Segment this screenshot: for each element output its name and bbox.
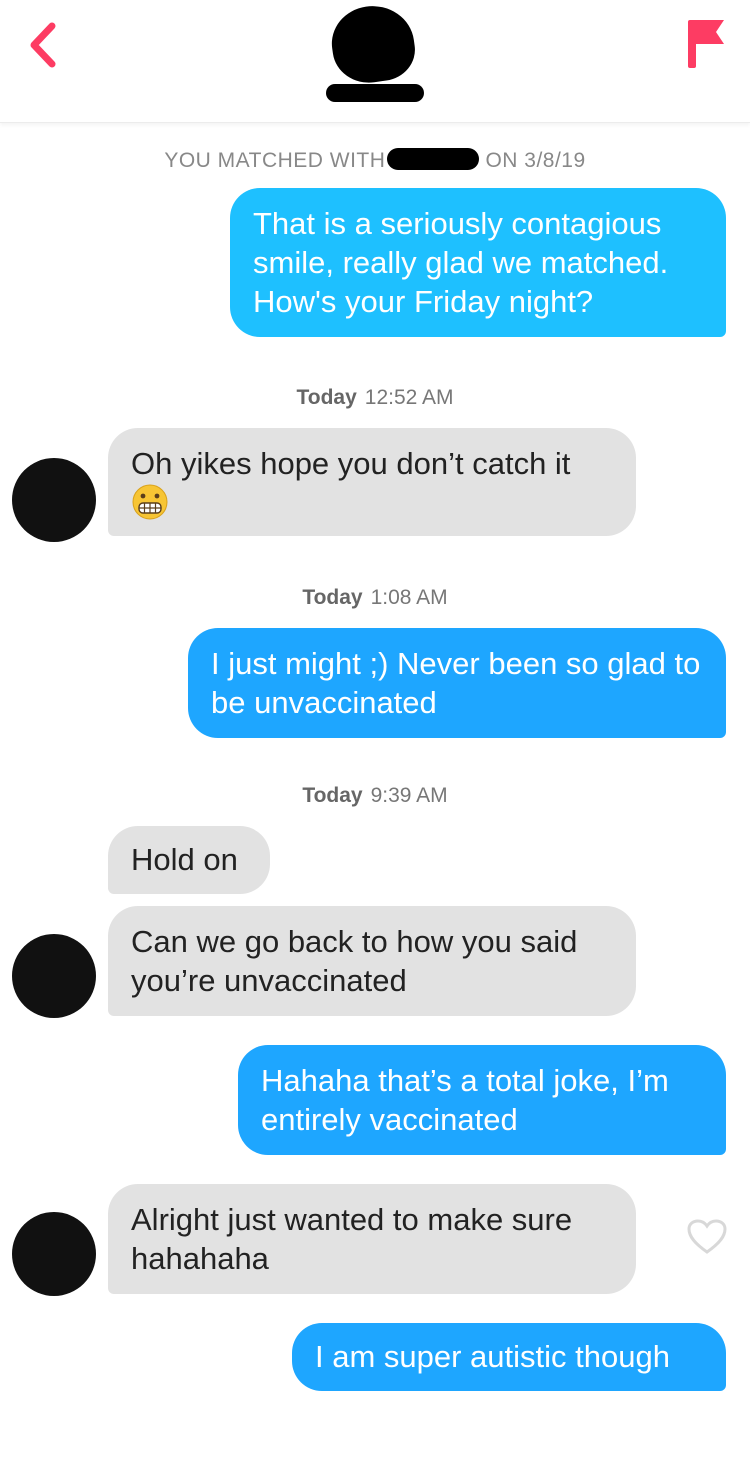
timestamp-day: Today: [302, 586, 363, 609]
received-message[interactable]: Oh yikes hope you don’t catch it: [108, 428, 636, 536]
chevron-left-icon: [30, 22, 56, 68]
timestamp: Today 12:52 AM: [0, 386, 750, 410]
timestamp-time: 1:08 AM: [370, 586, 448, 609]
sent-message[interactable]: Hahaha that’s a total joke, I’m entirely…: [238, 1045, 726, 1155]
timestamp-day: Today: [302, 784, 363, 807]
received-message[interactable]: Hold on: [108, 826, 270, 894]
sent-message[interactable]: I am super autistic though: [292, 1323, 726, 1391]
match-chat-avatar[interactable]: [12, 934, 96, 1018]
timestamp-time: 12:52 AM: [364, 386, 454, 409]
timestamp-time: 9:39 AM: [370, 784, 448, 807]
received-message-text: Oh yikes hope you don’t catch it: [131, 446, 571, 481]
match-name-redacted: [387, 148, 480, 170]
chat-header: [0, 0, 750, 123]
timestamp: Today 1:08 AM: [0, 586, 750, 610]
sent-message[interactable]: I just might ;) Never been so glad to be…: [188, 628, 726, 738]
received-message[interactable]: Alright just wanted to make sure hahahah…: [108, 1184, 636, 1294]
received-message[interactable]: Can we go back to how you said you’re un…: [108, 906, 636, 1016]
match-info: YOU MATCHED WITH ON 3/8/19: [0, 148, 750, 173]
match-info-suffix: ON 3/8/19: [485, 149, 586, 172]
sent-message[interactable]: That is a seriously contagious smile, re…: [230, 188, 726, 337]
grimacing-face-icon: [131, 483, 169, 530]
back-button[interactable]: [20, 20, 70, 70]
like-message-button[interactable]: [686, 1218, 728, 1256]
timestamp: Today 9:39 AM: [0, 784, 750, 808]
match-name-redacted: [326, 84, 424, 102]
flag-icon: [688, 20, 724, 68]
match-info-prefix: YOU MATCHED WITH: [164, 149, 386, 172]
timestamp-day: Today: [296, 386, 357, 409]
match-chat-avatar[interactable]: [12, 1212, 96, 1296]
report-button[interactable]: [682, 16, 728, 70]
heart-outline-icon: [687, 1219, 727, 1254]
match-avatar[interactable]: [327, 0, 419, 88]
match-chat-avatar[interactable]: [12, 458, 96, 542]
